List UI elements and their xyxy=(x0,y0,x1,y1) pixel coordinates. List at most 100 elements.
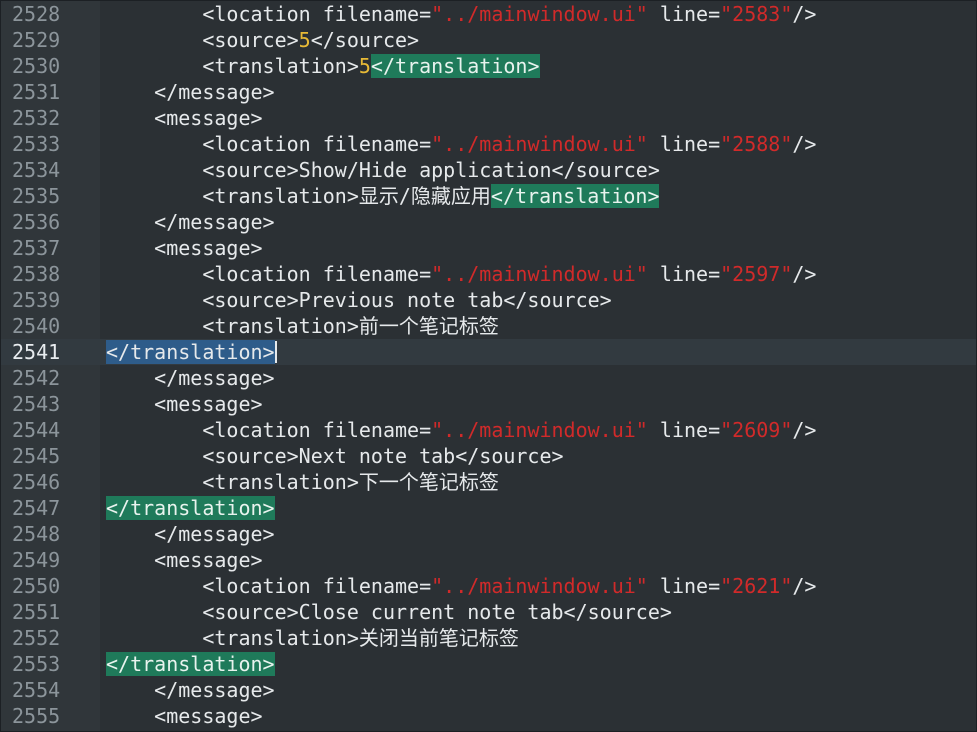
code-text[interactable]: <translation>显示/隐藏应用</translation> xyxy=(106,183,660,209)
code-text[interactable]: <location filename="../mainwindow.ui" li… xyxy=(106,573,816,599)
code-line[interactable]: 2548 </message> xyxy=(1,521,976,547)
code-token: </message> xyxy=(154,210,275,234)
code-line[interactable]: 2529 <source>5</source> xyxy=(1,27,976,53)
line-number: 2540 xyxy=(12,314,61,338)
line-number: 2539 xyxy=(12,288,61,312)
code-token: <translation> xyxy=(202,54,359,78)
string-literal: "../mainwindow.ui" xyxy=(431,574,648,598)
code-text[interactable]: </message> xyxy=(106,79,275,105)
code-line[interactable]: 2541 </translation> xyxy=(1,339,976,365)
code-text[interactable]: <translation>关闭当前笔记标签 xyxy=(106,625,519,651)
code-text[interactable]: <location filename="../mainwindow.ui" li… xyxy=(106,1,816,27)
code-token: </message> xyxy=(154,80,275,104)
code-text[interactable]: <location filename="../mainwindow.ui" li… xyxy=(106,261,816,287)
code-line[interactable]: 2540 <translation>前一个笔记标签 xyxy=(1,313,976,339)
code-text[interactable]: <message> xyxy=(106,391,262,417)
code-token: <message> xyxy=(154,106,263,130)
code-text[interactable]: <source>Previous note tab</source> xyxy=(106,287,612,313)
code-line[interactable]: 2543 <message> xyxy=(1,391,976,417)
code-text[interactable]: <source>5</source> xyxy=(106,27,419,53)
code-text[interactable]: <translation>前一个笔记标签 xyxy=(106,313,499,339)
code-text[interactable]: </message> xyxy=(106,677,274,703)
code-line[interactable]: 2544 <location filename="../mainwindow.u… xyxy=(1,417,976,443)
line-number: 2551 xyxy=(12,600,61,624)
line-number: 2542 xyxy=(12,366,61,390)
code-text[interactable]: </translation> xyxy=(106,339,277,365)
code-line[interactable]: 2551 <source>Close current note tab</sou… xyxy=(1,599,976,625)
code-line[interactable]: 2550 <location filename="../mainwindow.u… xyxy=(1,573,976,599)
code-line[interactable]: 2549 <message> xyxy=(1,547,976,573)
code-token: </source> xyxy=(310,28,420,52)
text-caret xyxy=(274,341,277,363)
code-editor[interactable]: 2528 <location filename="../mainwindow.u… xyxy=(0,0,977,732)
code-line[interactable]: 2531 </message> xyxy=(1,79,976,105)
code-line[interactable]: 2555 <message> xyxy=(1,703,976,729)
code-token: <source>Show/Hide application</source> xyxy=(202,158,660,182)
number-literal: 5 xyxy=(298,28,311,52)
line-number: 2546 xyxy=(12,470,61,494)
code-text[interactable]: <message> xyxy=(106,235,262,261)
code-line[interactable]: 2537 <message> xyxy=(1,235,976,261)
number-literal: 5 xyxy=(358,54,371,78)
code-token: line= xyxy=(647,132,721,156)
code-line[interactable]: 2547 </translation> xyxy=(1,495,976,521)
code-line[interactable]: 2554 </message> xyxy=(1,677,976,703)
code-line[interactable]: 2546 <translation>下一个笔记标签 xyxy=(1,469,976,495)
code-text[interactable]: <translation>下一个笔记标签 xyxy=(106,469,499,495)
code-line[interactable]: 2528 <location filename="../mainwindow.u… xyxy=(1,1,976,27)
code-text[interactable]: </message> xyxy=(106,365,275,391)
code-line[interactable]: 2532 <message> xyxy=(1,105,976,131)
code-token: <location filename= xyxy=(202,2,432,26)
code-line[interactable]: 2536 </message> xyxy=(1,209,976,235)
line-number: 2536 xyxy=(12,210,61,234)
line-number: 2545 xyxy=(12,444,61,468)
code-token: <translation>关闭当前笔记标签 xyxy=(202,626,519,650)
code-text[interactable]: </translation> xyxy=(106,651,275,677)
line-number: 2548 xyxy=(12,522,61,546)
string-literal: "../mainwindow.ui" xyxy=(431,2,648,26)
code-token: <source>Next note tab</source> xyxy=(202,444,564,468)
code-text[interactable]: </translation> xyxy=(106,495,275,521)
code-line[interactable]: 2553 </translation> xyxy=(1,651,976,677)
line-number: 2541 xyxy=(12,340,61,364)
code-token: line= xyxy=(647,2,721,26)
code-text[interactable]: <source>Close current note tab</source> xyxy=(106,599,672,625)
line-number: 2530 xyxy=(12,54,61,78)
code-token: </message> xyxy=(154,366,275,390)
code-text[interactable]: </message> xyxy=(106,521,274,547)
code-text[interactable]: <source>Next note tab</source> xyxy=(106,443,564,469)
code-line[interactable]: 2539 <source>Previous note tab</source> xyxy=(1,287,976,313)
line-number: 2555 xyxy=(12,704,61,728)
string-literal: "../mainwindow.ui" xyxy=(431,262,648,286)
code-text[interactable]: <message> xyxy=(106,105,263,131)
code-text[interactable]: <message> xyxy=(106,703,262,729)
code-text[interactable]: <source>Show/Hide application</source> xyxy=(106,157,660,183)
code-line[interactable]: 2533 <location filename="../mainwindow.u… xyxy=(1,131,976,157)
string-literal: "2588" xyxy=(720,132,793,156)
string-literal: "../mainwindow.ui" xyxy=(431,132,648,156)
code-line[interactable]: 2538 <location filename="../mainwindow.u… xyxy=(1,261,976,287)
string-literal: "../mainwindow.ui" xyxy=(431,418,648,442)
code-line[interactable]: 2542 </message> xyxy=(1,365,976,391)
code-text[interactable]: <message> xyxy=(106,547,262,573)
code-text[interactable]: <translation>5</translation> xyxy=(106,53,540,79)
code-text[interactable]: <location filename="../mainwindow.ui" li… xyxy=(106,417,816,443)
code-text[interactable]: </message> xyxy=(106,209,275,235)
code-token: line= xyxy=(647,418,721,442)
code-line[interactable]: 2552 <translation>关闭当前笔记标签 xyxy=(1,625,976,651)
line-number: 2534 xyxy=(12,158,61,182)
code-line[interactable]: 2545 <source>Next note tab</source> xyxy=(1,443,976,469)
line-number: 2547 xyxy=(12,496,61,520)
matching-tag-highlight: </translation> xyxy=(106,652,275,676)
code-line[interactable]: 2535 <translation>显示/隐藏应用</translation> xyxy=(1,183,976,209)
code-token: <translation>前一个笔记标签 xyxy=(202,314,499,338)
line-number: 2537 xyxy=(12,236,61,260)
code-token: <location filename= xyxy=(202,574,432,598)
code-text[interactable]: <location filename="../mainwindow.ui" li… xyxy=(106,131,816,157)
code-token: /> xyxy=(792,2,817,26)
code-token: <source>Previous note tab</source> xyxy=(202,288,612,312)
code-line[interactable]: 2534 <source>Show/Hide application</sour… xyxy=(1,157,976,183)
matching-tag-highlight: </translation> xyxy=(490,184,660,208)
code-line[interactable]: 2530 <translation>5</translation> xyxy=(1,53,976,79)
code-token: <source>Close current note tab</source> xyxy=(202,600,672,624)
